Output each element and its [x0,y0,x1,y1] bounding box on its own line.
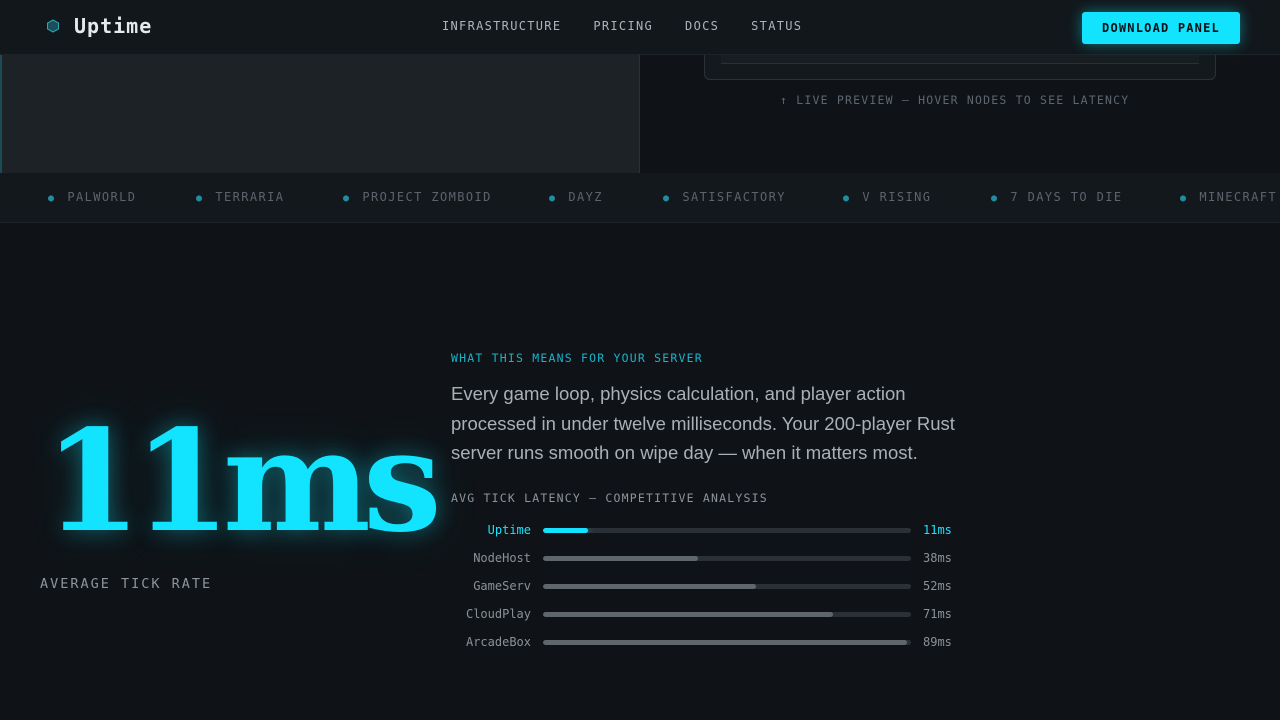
preview-caption: ↑ LIVE PREVIEW — HOVER NODES TO SEE LATE… [780,93,1130,107]
latency-row: ArcadeBox 89ms [451,632,971,652]
bullet-dot-icon: ● [343,193,351,204]
logo[interactable]: Uptime [46,14,152,38]
section-body-text: Every game loop, physics calculation, an… [451,383,955,463]
main-nav: INFRASTRUCTURE PRICING DOCS STATUS [442,19,802,33]
latency-bar-fill [543,584,756,589]
latency-bar-track [543,556,911,561]
hexagon-logo-icon [46,19,60,33]
hero-visual-panel [0,55,640,173]
latency-bar-fill [543,528,588,533]
latency-chart-title: AVG TICK LATENCY — COMPETITIVE ANALYSIS [451,491,768,505]
latency-value: 38ms [923,551,952,565]
download-panel-button[interactable]: DOWNLOAD PANEL [1082,12,1240,44]
latency-row: NodeHost 38ms [451,548,971,568]
nav-link-docs[interactable]: DOCS [685,19,719,33]
latency-bar-track [543,640,911,645]
latency-bar-track [543,528,911,533]
latency-value: 11ms [923,523,952,537]
latency-provider-name: Uptime [487,523,531,537]
tick-rate-stat: 11ms [44,400,442,564]
latency-row: CloudPlay 71ms [451,604,971,624]
ticker-item: ● DAYZ [549,190,603,204]
bullet-dot-icon: ● [991,193,999,204]
latency-row: Uptime 11ms [451,520,971,540]
ticker-item: ● PALWORLD [48,190,137,204]
latency-value: 52ms [923,579,952,593]
latency-bar-fill [543,640,907,645]
latency-value: 71ms [923,607,952,621]
ticker-item: ● V RISING [843,190,932,204]
ticker-item: ● PROJECT ZOMBOID [343,190,492,204]
section-eyebrow: WHAT THIS MEANS FOR YOUR SERVER [451,351,703,365]
latency-provider-name: GameServ [473,579,531,593]
latency-value: 89ms [923,635,952,649]
latency-row: GameServ 52ms [451,576,971,596]
ticker-item: ● 7 DAYS TO DIE [991,190,1123,204]
site-header: Uptime INFRASTRUCTURE PRICING DOCS STATU… [0,0,1280,55]
ticker-item: ● TERRARIA [196,190,285,204]
tick-rate-label: AVERAGE TICK RATE [40,576,213,592]
games-ticker: ● PALWORLD ● TERRARIA ● PROJECT ZOMBOID ● DA… [0,173,1280,223]
bullet-dot-icon: ● [549,193,557,204]
latency-provider-name: ArcadeBox [465,635,531,649]
bullet-dot-icon: ● [48,193,56,204]
latency-provider-name: NodeHost [473,551,531,565]
latency-bar-track [543,612,911,617]
nav-link-status[interactable]: STATUS [751,19,802,33]
latency-provider-name: CloudPlay [465,607,531,621]
latency-bar-track [543,584,911,589]
bullet-dot-icon: ● [196,193,204,204]
nav-link-pricing[interactable]: PRICING [593,19,653,33]
bullet-dot-icon: ● [843,193,851,204]
bullet-dot-icon: ● [663,193,671,204]
latency-bar-fill [543,556,699,561]
logo-text: Uptime [74,14,153,38]
nav-link-infrastructure[interactable]: INFRASTRUCTURE [442,19,561,33]
bullet-dot-icon: ● [1180,193,1188,204]
latency-bar-fill [543,612,834,617]
ticker-item: ● SATISFACTORY [663,190,786,204]
ticker-item: ● MINECRAFT [1180,190,1278,204]
